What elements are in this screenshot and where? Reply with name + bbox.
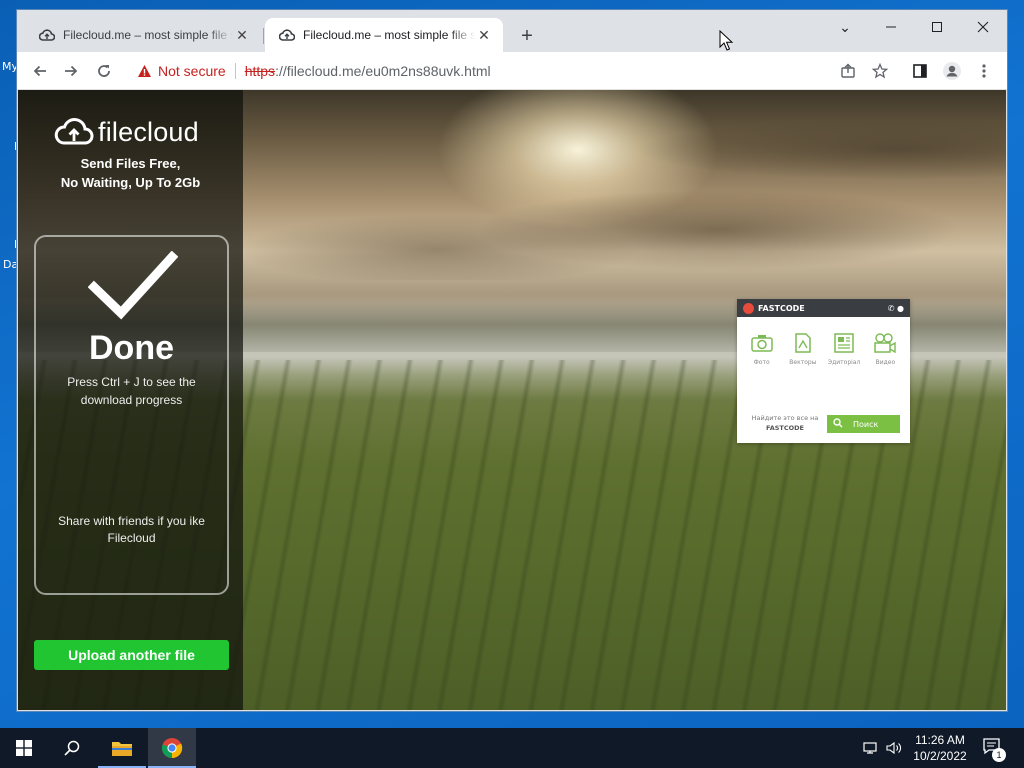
fastcode-category-vectors[interactable]: Векторы bbox=[782, 331, 823, 386]
minimize-button[interactable] bbox=[868, 12, 914, 42]
search-icon bbox=[64, 740, 80, 756]
fastcode-categories: Фото Векторы Эдиторіал Видео bbox=[741, 331, 906, 386]
side-panel-icon[interactable] bbox=[908, 59, 932, 83]
menu-icon[interactable] bbox=[972, 59, 996, 83]
clock-time: 11:26 AM bbox=[915, 733, 965, 747]
url-text: ://filecloud.me/eu0m2ns88uvk.html bbox=[275, 63, 491, 79]
phone-chat-icon[interactable]: ✆ ● bbox=[888, 304, 904, 313]
search-icon bbox=[833, 417, 843, 431]
reload-icon[interactable] bbox=[90, 57, 118, 85]
network-icon[interactable] bbox=[858, 728, 884, 768]
clock-date: 10/2/2022 bbox=[913, 749, 967, 763]
url-scheme: https bbox=[244, 63, 276, 79]
prompt-brand: FASTCODE bbox=[766, 424, 804, 432]
fastcode-prompt: Найдите это все на FASTCODE bbox=[743, 413, 827, 433]
chrome-taskbar-button[interactable] bbox=[148, 728, 196, 768]
prompt-text: Найдите это все на bbox=[751, 414, 819, 422]
tagline: Send Files Free, No Waiting, Up To 2Gb bbox=[18, 154, 243, 192]
search-button-label: Поиск bbox=[853, 419, 879, 429]
windows-start-icon bbox=[16, 740, 32, 756]
star-icon[interactable] bbox=[868, 59, 892, 83]
share-icon[interactable] bbox=[836, 59, 860, 83]
web-page: filecloud Send Files Free, No Waiting, U… bbox=[18, 90, 1006, 710]
checkmark-icon bbox=[88, 251, 178, 320]
upload-another-file-button[interactable]: Upload another file bbox=[34, 640, 229, 670]
volume-icon[interactable] bbox=[882, 728, 906, 768]
video-camera-icon bbox=[872, 331, 898, 355]
folder-icon bbox=[112, 742, 132, 756]
tab-divider bbox=[263, 28, 264, 44]
browser-window: Filecloud.me – most simple file sharing … bbox=[17, 10, 1007, 711]
close-tab-icon[interactable]: ✕ bbox=[475, 26, 493, 44]
category-label: Эдиторіал bbox=[827, 359, 861, 366]
category-label: Фото bbox=[753, 359, 770, 366]
profile-icon[interactable] bbox=[940, 59, 964, 83]
notification-badge: 1 bbox=[992, 748, 1006, 762]
file-explorer-button[interactable] bbox=[98, 728, 146, 768]
done-heading: Done bbox=[89, 329, 174, 367]
fastcode-category-video[interactable]: Видео bbox=[865, 331, 906, 386]
browser-toolbar: Not secure https ://filecloud.me/eu0m2ns… bbox=[17, 52, 1007, 90]
forward-icon[interactable] bbox=[57, 57, 85, 85]
tab-title: Filecloud.me – most simple file sharing bbox=[63, 28, 233, 42]
tagline-line: No Waiting, Up To 2Gb bbox=[60, 175, 201, 190]
fastcode-header: FASTCODE ✆ ● bbox=[737, 299, 910, 317]
tab-filecloud-1[interactable]: Filecloud.me – most simple file sharing … bbox=[25, 18, 261, 52]
omnibox-divider bbox=[234, 63, 236, 79]
mouse-cursor-icon bbox=[719, 30, 733, 51]
tagline-line: Send Files Free, bbox=[80, 156, 181, 171]
filecloud-sidebar: filecloud Send Files Free, No Waiting, U… bbox=[18, 90, 243, 710]
warning-icon bbox=[138, 65, 151, 77]
camera-icon bbox=[749, 331, 775, 355]
fastcode-category-editorial[interactable]: Эдиторіал bbox=[824, 331, 865, 386]
chrome-icon bbox=[161, 738, 183, 759]
taskbar: 11:26 AM 10/2/2022 1 bbox=[0, 728, 1024, 768]
logo-wordmark: filecloud bbox=[98, 116, 199, 147]
cloud-favicon-icon bbox=[279, 27, 297, 43]
tab-strip: Filecloud.me – most simple file sharing … bbox=[17, 10, 1007, 52]
tab-title: Filecloud.me – most simple file sharing bbox=[303, 28, 475, 42]
fastcode-search-button[interactable]: Поиск bbox=[827, 415, 900, 433]
back-icon[interactable] bbox=[26, 57, 54, 85]
maximize-button[interactable] bbox=[914, 12, 960, 42]
category-label: Векторы bbox=[789, 359, 817, 366]
tab-search-icon[interactable]: ⌄ bbox=[822, 12, 868, 42]
fastcode-category-photo[interactable]: Фото bbox=[741, 331, 782, 386]
fastcode-ad-widget[interactable]: FASTCODE ✆ ● Фото Векторы Эдиторіал Виде… bbox=[737, 299, 910, 443]
share-message: Share with friends if you ike Filecloud bbox=[58, 514, 205, 545]
new-tab-button[interactable]: + bbox=[515, 24, 539, 48]
search-button[interactable] bbox=[48, 728, 96, 768]
vector-file-icon bbox=[790, 331, 816, 355]
upload-status-card: Done Press Ctrl + J to see the download … bbox=[34, 235, 229, 595]
start-button[interactable] bbox=[0, 728, 48, 768]
download-progress-hint: Press Ctrl + J to see the download progr… bbox=[67, 375, 196, 407]
tab-filecloud-2[interactable]: Filecloud.me – most simple file sharing … bbox=[265, 18, 503, 52]
fastcode-brand: FASTCODE bbox=[758, 303, 805, 313]
security-indicator[interactable]: Not secure bbox=[137, 63, 226, 79]
fastcode-logo-icon bbox=[743, 302, 754, 314]
close-window-button[interactable] bbox=[960, 12, 1006, 42]
desktop-icon-label[interactable]: Da bbox=[3, 258, 18, 271]
system-clock[interactable]: 11:26 AM 10/2/2022 bbox=[906, 732, 974, 764]
cloud-upload-icon bbox=[54, 118, 94, 145]
filecloud-logo[interactable]: filecloud bbox=[54, 114, 214, 150]
editorial-icon bbox=[831, 331, 857, 355]
not-secure-label: Not secure bbox=[158, 63, 226, 79]
close-tab-icon[interactable]: ✕ bbox=[233, 26, 251, 44]
category-label: Видео bbox=[875, 359, 896, 366]
address-bar[interactable]: Not secure https ://filecloud.me/eu0m2ns… bbox=[127, 57, 937, 85]
desktop-icon-label[interactable]: My bbox=[2, 60, 18, 73]
cloud-favicon-icon bbox=[39, 27, 57, 43]
